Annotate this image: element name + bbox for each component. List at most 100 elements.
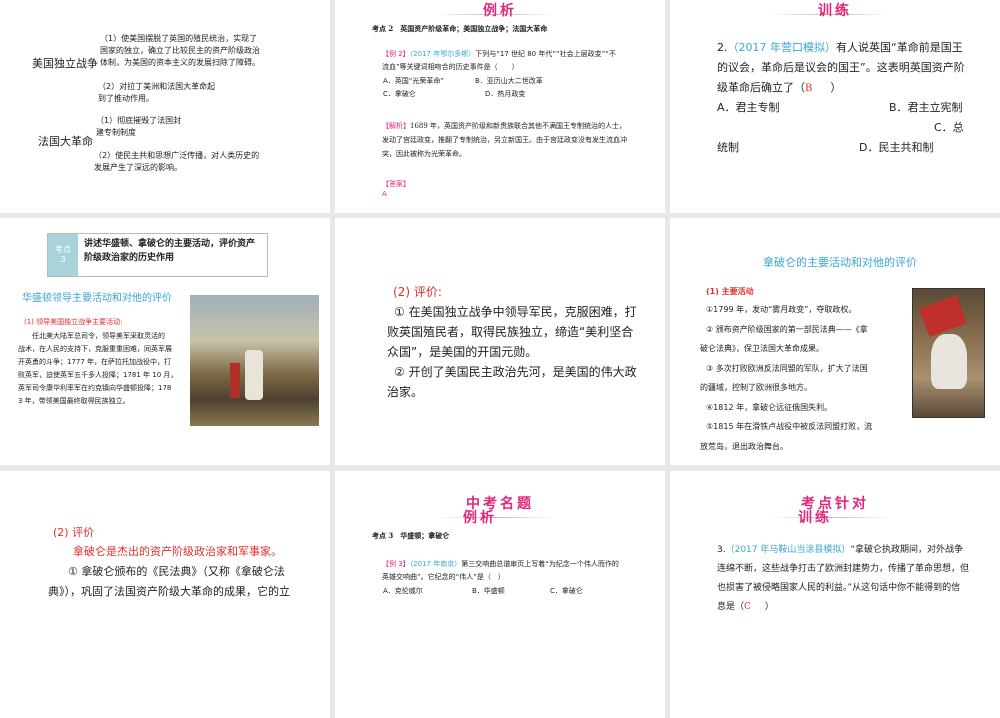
option-c-cont: 统制 [717,141,739,154]
cloak-shape [919,295,967,337]
evaluation-list: ① 在美国独立战争中领导军民，克服困难，打 败英国殖民者，取得民族独立，缔造“美… [387,302,637,402]
text-line: ①1799 年，发动“雾月政变”，夺取政权。 [706,305,857,314]
analysis: 【解析】1689 年，英国资产阶级和新贵族联合其他不满国王专制统治的人士， 发动… [382,119,627,161]
text-line: 破仑法典》，保卫法国大革命成果。 [700,344,824,353]
text-line: ① 拿破仑颁布的《民法典》（又称《拿破仑法 [68,565,285,578]
text-line: ② 开创了美国民主政治先河，是美国的伟大政 [394,365,637,379]
text-line: （2）对拉丁美洲和法国大革命起 [98,82,216,91]
example-source: （2017 年南京） [409,560,462,568]
question-text: 有人说英国“革命前是国王 [836,41,963,54]
text-line: 1689 年，英国资产阶级和新贵族联合其他不满国王专制统治的人士， [410,122,627,130]
text-line: 败英国殖民者，取得民族独立，缔造“美利坚合 [387,325,634,339]
option-d: D．热月政变 [485,90,526,98]
war1-point2: （2）对拉丁美洲和法国大革命起 到了推动作用。 [98,81,215,105]
text-line: 突，因此被称为光荣革命。 [382,150,466,158]
topic-text: 讲述华盛顿、拿破仑的主要活动，评价资产阶级政治家的历史作用 [84,239,256,263]
question-text: ） [830,81,842,94]
figure-shape [230,363,240,398]
question: 3.（2017 年马鞍山当涂县模拟）“拿破仑执政期间，对外战争 连绵不断，这些战… [717,541,969,617]
slide-thumbnail-5[interactable]: (2) 评价: ① 在美国独立战争中领导军民，克服困难，打 败英国殖民者，取得民… [335,218,665,465]
section-title: 华盛顿领导主要活动和对他的评价 [22,293,172,304]
example-text: 下列与“17 世纪 80 年代”“社会上层政变”“不 [475,50,616,58]
label-french-revolution: 法国大革命 [38,135,93,148]
text-line: 息是（ [717,602,745,612]
napoleon-painting-image [912,288,985,418]
example-text: 第三交响曲总谱扉页上写着“为纪念一个伟人而作的 [461,560,619,568]
text-line: ⑤1815 年在滑铁卢战役中被反法同盟打败，流 [706,422,873,431]
subtitle: (1) 主要活动 [706,287,754,296]
text-line: 战术，在人民的支持下，克服重重困难，同英军展 [18,345,172,353]
text-line: 任北美大陆军总司令，领导美军采取灵活的 [18,332,165,340]
evaluation-heading: (2) 评价: [393,285,442,299]
slide-thumbnail-6[interactable]: 拿破仑的主要活动和对他的评价 (1) 主要活动 ①1799 年，发动“雾月政变”… [670,218,1000,465]
text-line: ③ 多次打败欧洲反法同盟的军队，扩大了法国 [706,363,868,373]
slide-thumbnail-4[interactable]: 考点 3 讲述华盛顿、拿破仑的主要活动，评价资产阶级政治家的历史作用 华盛顿领导… [0,218,330,465]
text-line: ④1812 年，拿破仑远征俄国失利。 [706,402,833,412]
section-header: 例析 [483,3,517,19]
text-line: 到了推动作用。 [98,94,154,103]
option-c: C．总 [934,121,964,134]
slide-thumbnail-9[interactable]: 考点针对 训练 3.（2017 年马鞍山当涂县模拟）“拿破仑执政期间，对外战争 … [670,471,1000,718]
topic-key: 考点 3 [48,234,78,276]
text-line: （1）使美国摆脱了英国的殖民统治，实现了 [100,34,258,43]
question-source: （2017 年马鞍山当涂县模拟） [725,545,851,555]
text-line: 连绵不断，这些战争打击了欧洲封建势力，传播了革命思想，但 [717,564,970,574]
text-line: 建专制制度 [96,128,136,137]
topic-title: 考点 2 英国资产阶级革命；美国独立战争；法国大革命 [372,24,548,33]
question-line-3: 级革命后确立了（B ） [717,79,841,95]
option-a: A．英国“光荣革命” [383,77,445,85]
answer-label: 【答案】 [382,180,410,188]
evaluation-list: ① 拿破仑颁布的《民法典》（又称《拿破仑法 典》），巩固了法国资产阶级大革命的成… [48,562,290,602]
text-line: 败英军，迫使英军五千多人投降；1781 年 10 月， [18,371,178,379]
question-line-2: 的议会，革命后是议会的国王”。这表明英国资产阶 [717,61,965,74]
option-a: A．君主专制 [717,101,780,114]
surrender-painting-image [190,295,319,426]
question-source: （2017 年营口模拟） [727,41,837,54]
text-line: 国家的独立，确立了比较民主的资产阶级政治 [100,46,260,55]
text-line: 开英勇的斗争；1777 年，在萨拉托加战役中，打 [18,358,172,366]
option-b: B．君主立宪制 [889,101,963,114]
answer-mark: B [805,83,813,94]
paragraph: 任北美大陆军总司令，领导美军采取灵活的 战术，在人民的支持下，克服重重困难，同英… [18,330,177,408]
text-line: 众国”，是美国的开国元勋。 [387,345,538,359]
analysis-label: 【解析】 [382,122,410,130]
text-line: ） [764,602,774,612]
slide-thumbnail-8[interactable]: 中考名题 例析 考点 3 华盛顿；拿破仑 【例 3】（2017 年南京）第三交响… [335,471,665,718]
slide-thumbnail-7[interactable]: (2) 评价 拿破仑是杰出的资产阶级政治家和军事家。 ① 拿破仑颁布的《民法典》… [0,471,330,718]
text-line: 发展产生了深远的影响。 [94,163,182,172]
section-title: 拿破仑的主要活动和对他的评价 [763,256,917,269]
example-line-1: 【例 2】（2017 年鄂尔多斯）下列与“17 世纪 80 年代”“社会上层政变… [382,49,616,59]
text-line: 体制，为美国的资本主义的发展扫除了障碍。 [100,58,260,67]
topic-box: 考点 3 讲述华盛顿、拿破仑的主要活动，评价资产阶级政治家的历史作用 [47,233,268,277]
example-label: 【例 3】 [382,560,410,568]
example-line-2: 英雄交响曲”。它纪念的“伟人”是（ ） [382,573,505,581]
slide-thumbnail-2[interactable]: 例析 考点 2 英国资产阶级革命；美国独立战争；法国大革命 【例 2】（2017… [335,0,665,213]
question-number: 3. [717,545,726,555]
subtitle: (1) 领导美国独立战争主要活动: [24,318,123,326]
war2-point2: （2）使民主共和思想广泛传播，对人类历史的 发展产生了深远的影响。 [94,150,259,174]
text-line: （1）彻底摧毁了法国封 [96,116,182,125]
section-header: 训练 [818,3,852,19]
option-b: B．亚历山大二世改革 [475,77,543,85]
example-line-2: 流血”等关键词相吻合的历史事件是（ ） [382,63,519,71]
example-source: （2017 年鄂尔多斯） [409,50,476,58]
slide-thumbnail-3[interactable]: 训练 2.（2017 年营口模拟）有人说英国“革命前是国王 的议会，革命后是议会… [670,0,1000,213]
text-line: 发动了宫廷政变，推翻了专制统治，另立新国王。由于宫廷政变没有发生流血冲 [382,136,627,144]
answer-mark: C [744,602,751,612]
war2-point1: （1）彻底摧毁了法国封 建专制制度 [96,115,181,139]
section-header: 训练 [798,510,832,526]
text-line: ② 颁布资产阶级国家的第一部民法典——《拿 [706,324,868,334]
text-line: 的疆域，控制了欧洲很多地方。 [700,383,812,392]
option-b: B．华盛顿 [472,587,505,595]
slide-thumbnail-1[interactable]: 美国独立战争 （1）使美国摆脱了英国的殖民统治，实现了 国家的独立，确立了比较民… [0,0,330,213]
option-d: D．民主共和制 [859,141,934,154]
war1-point1: （1）使美国摆脱了英国的殖民统治，实现了 国家的独立，确立了比较民主的资产阶级政… [100,33,260,69]
example-line-1: 【例 3】（2017 年南京）第三交响曲总谱扉页上写着“为纪念一个伟人而作的 [382,559,619,569]
label-american-war: 美国独立战争 [32,57,98,70]
example-label: 【例 2】 [382,50,410,58]
evaluation-heading: (2) 评价 [53,526,95,539]
text-line: 治家。 [387,385,424,399]
text-line: ① 在美国独立战争中领导军民，克服困难，打 [394,305,637,319]
question-number: 2. [717,41,728,54]
answer-value: A [382,190,387,198]
